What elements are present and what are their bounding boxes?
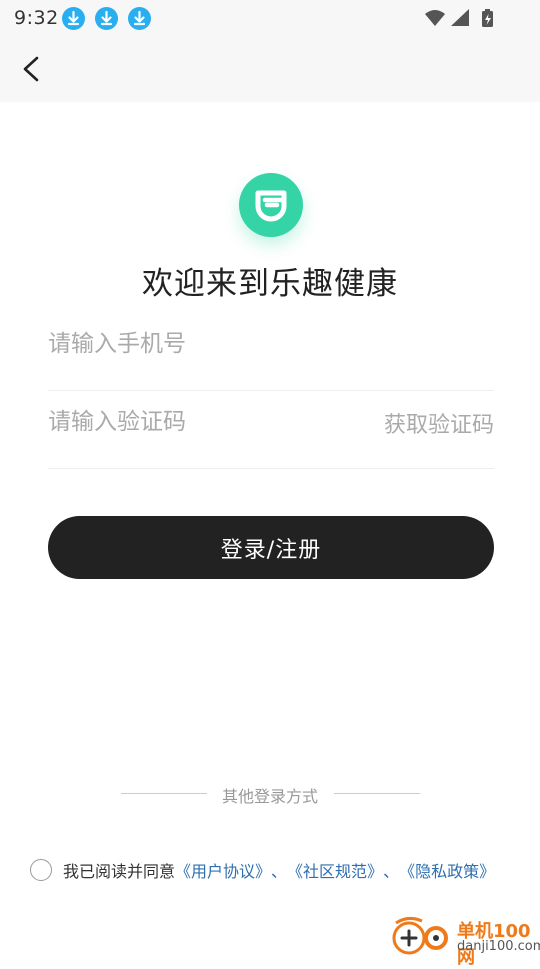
agreement-checkbox[interactable] [30, 859, 52, 881]
watermark-text-en: danji100.com [457, 939, 540, 954]
agreement-prefix: 我已阅读并同意 [63, 862, 176, 881]
get-code-button[interactable]: 获取验证码 [384, 407, 494, 439]
phone-input[interactable] [48, 313, 368, 375]
app-bar [0, 36, 540, 102]
code-field-row: 获取验证码 [48, 391, 494, 469]
divider-line-right [334, 793, 420, 794]
app-logo [239, 173, 303, 237]
download-icon [95, 7, 118, 30]
status-bar: 9:32 [0, 0, 540, 36]
privacy-policy-link[interactable]: 《隐私政策》 [399, 858, 495, 882]
lequ-logo-icon [255, 190, 287, 222]
other-login-label: 其他登录方式 [221, 787, 318, 806]
download-icon [128, 7, 151, 30]
watermark-logo-icon [392, 916, 448, 955]
agreement-separator: 、 [271, 862, 288, 881]
user-agreement-link[interactable]: 《用户协议》 [175, 858, 271, 882]
page-title: 欢迎来到乐趣健康 [142, 266, 398, 302]
other-login-divider: 其他登录方式 [0, 783, 540, 806]
wifi-icon [425, 10, 445, 26]
verification-code-input[interactable] [48, 391, 368, 453]
watermark: 单机100网 danji100.com [388, 915, 540, 968]
agreement-row: 我已阅读并同意 《用户协议》 、 《社区规范》 、 《隐私政策》 [30, 858, 495, 882]
phone-field-row [48, 313, 494, 391]
back-button[interactable] [14, 52, 48, 86]
status-time: 9:32 [14, 7, 59, 29]
battery-charging-icon [482, 9, 493, 27]
chevron-left-icon [23, 56, 39, 82]
community-rules-link[interactable]: 《社区规范》 [287, 858, 383, 882]
download-icon [62, 7, 85, 30]
agreement-separator: 、 [383, 862, 400, 881]
status-right-icons [424, 8, 500, 32]
signal-icon [451, 9, 469, 26]
login-register-button[interactable]: 登录/注册 [48, 516, 494, 579]
